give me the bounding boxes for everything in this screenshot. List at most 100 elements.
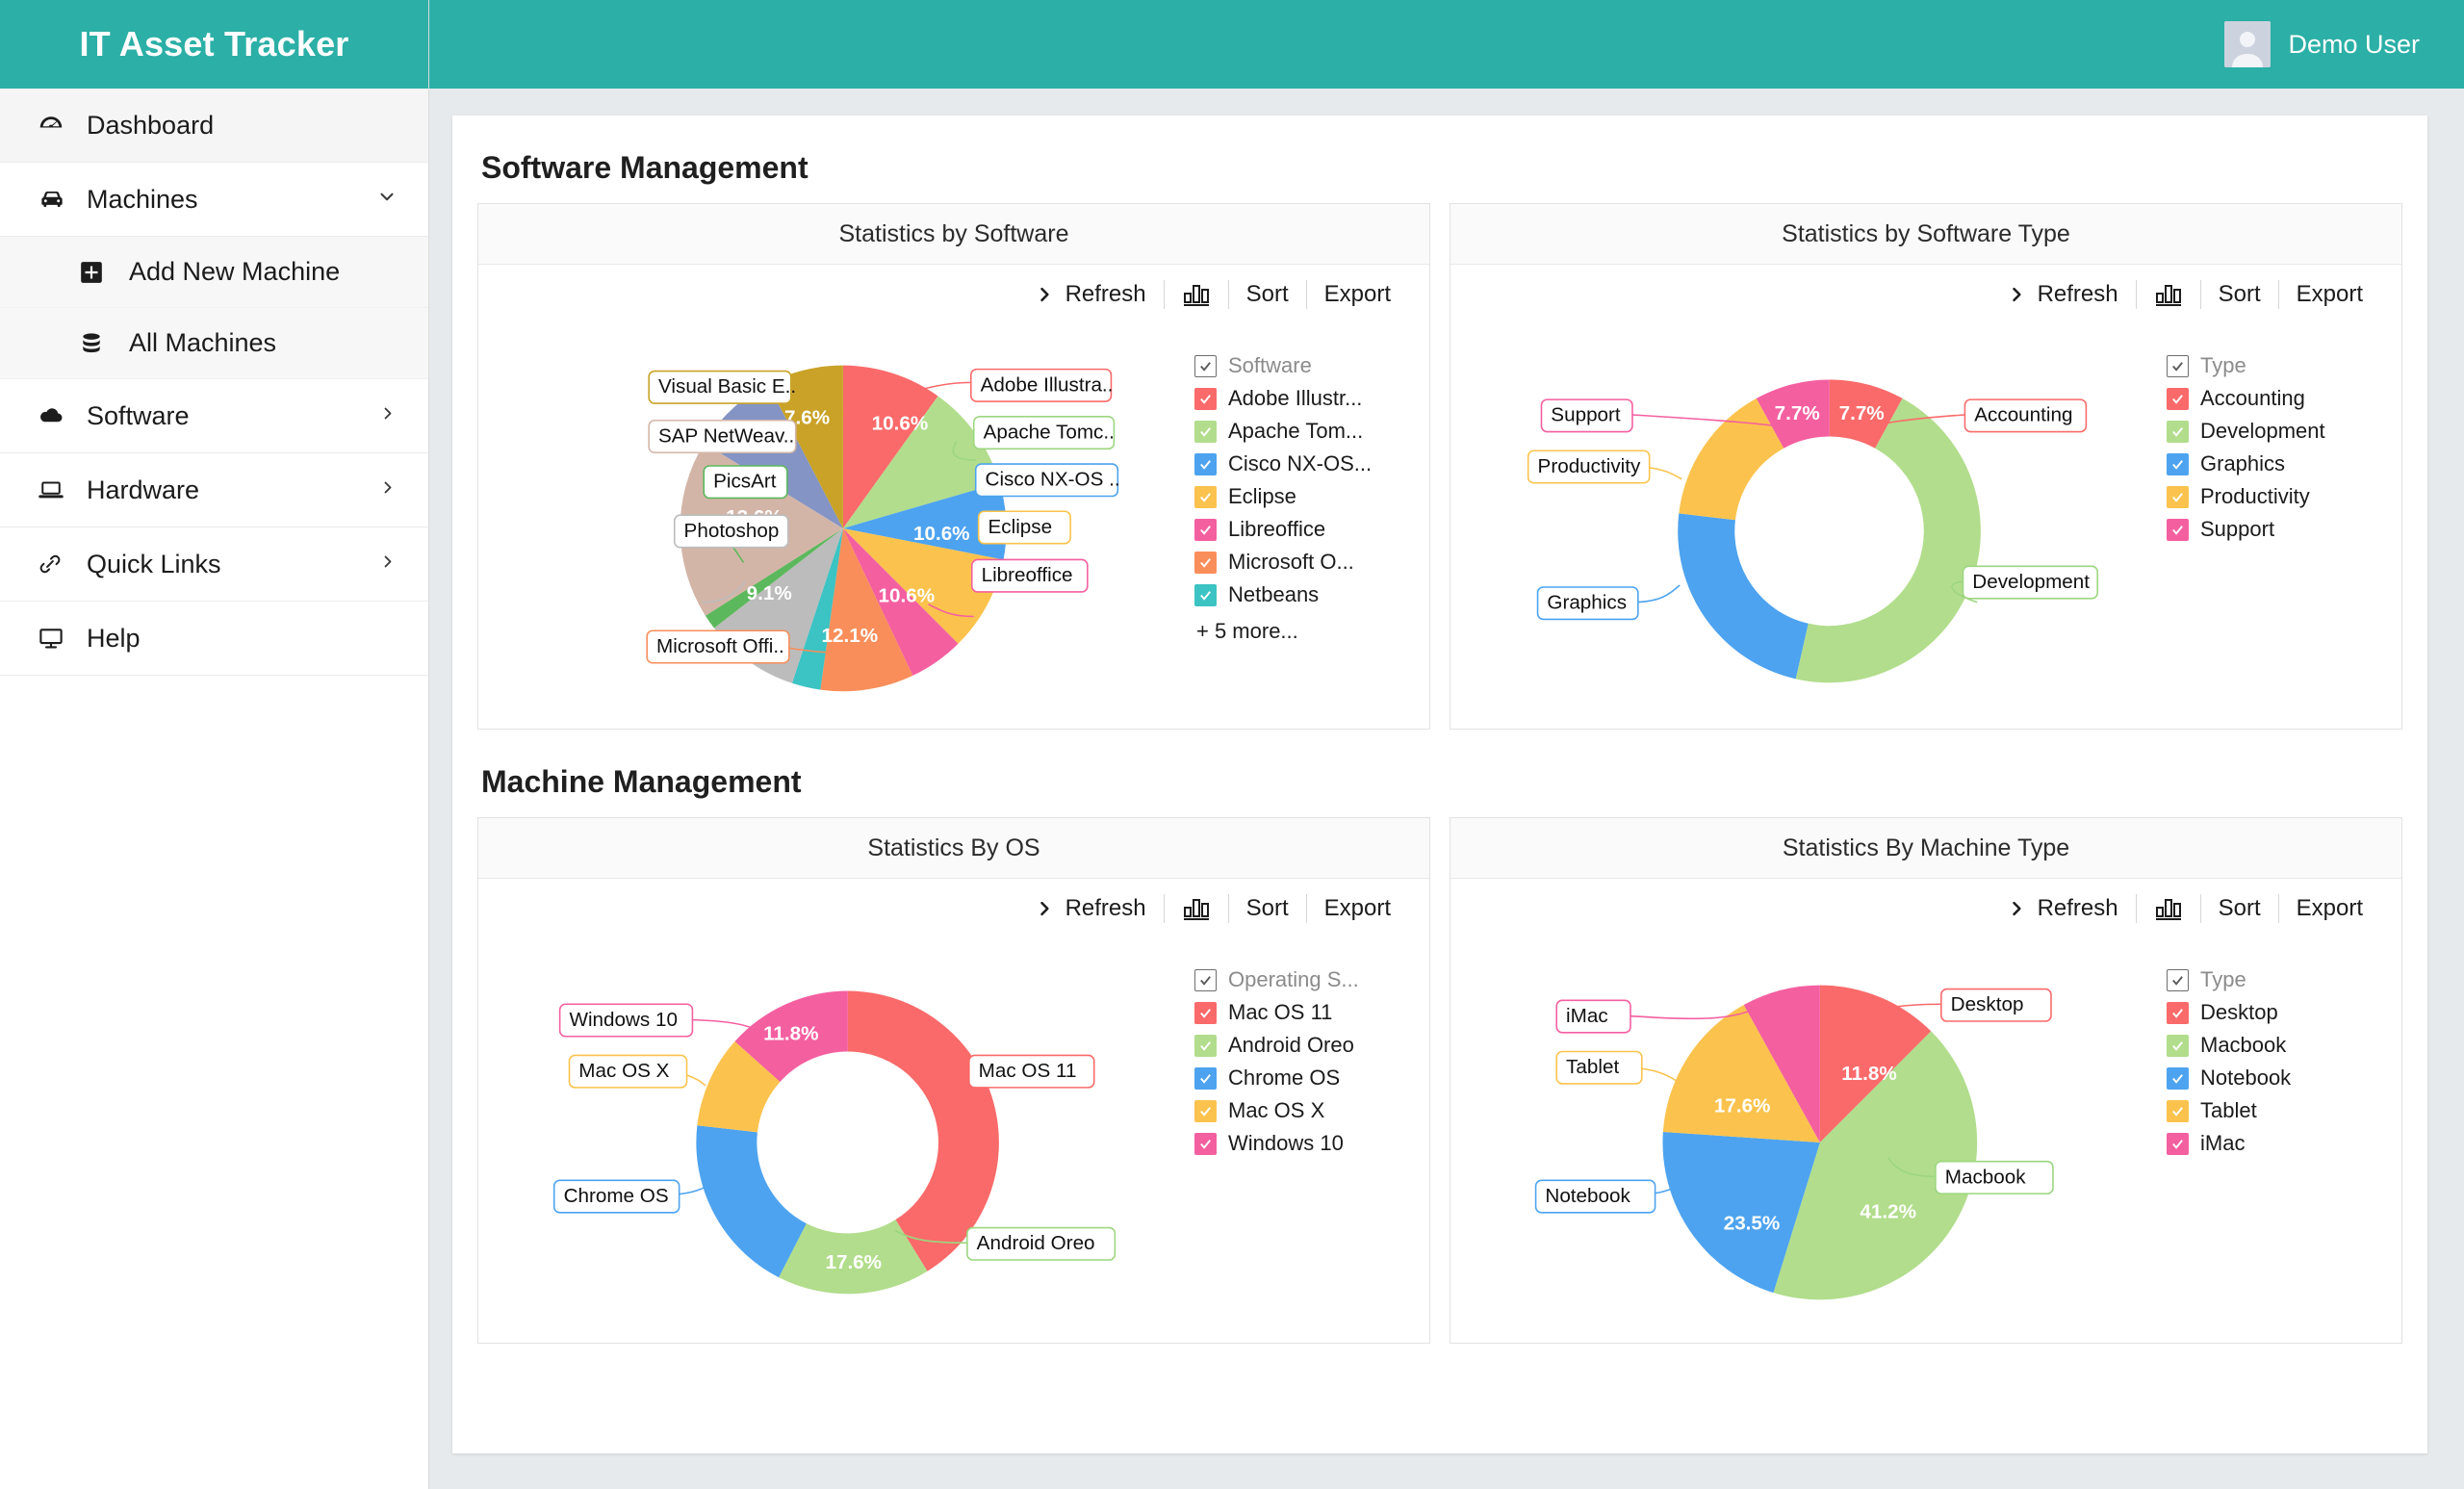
sort-button[interactable]: Sort — [1229, 895, 1306, 922]
chart-statistics-by-software-type[interactable]: 7.7% 7.7% — [1450, 324, 2170, 729]
legend-item[interactable]: Accounting — [2167, 382, 2388, 415]
sort-button[interactable]: Sort — [2201, 895, 2278, 922]
export-button[interactable]: Export — [2279, 895, 2380, 922]
legend-item[interactable]: Chrome OS — [1194, 1062, 1416, 1094]
slice-label: 10.6% — [872, 413, 929, 435]
legend-item[interactable]: Mac OS 11 — [1194, 996, 1416, 1029]
donut-chart-software-type[interactable]: 7.7% 7.7% — [1450, 324, 2170, 729]
monitor-icon — [37, 624, 73, 653]
legend-item[interactable]: Notebook — [2167, 1062, 2388, 1094]
legend-item[interactable]: Android Oreo — [1194, 1029, 1416, 1062]
refresh-button[interactable]: Refresh — [1989, 895, 2136, 922]
legend-swatch[interactable] — [2167, 1002, 2189, 1024]
legend-more-link[interactable]: + 5 more... — [1194, 619, 1416, 644]
chart-statistics-by-os[interactable]: 11.8% 17.6% — [478, 938, 1198, 1343]
legend-swatch[interactable] — [2167, 519, 2189, 541]
legend-item[interactable]: Productivity — [2167, 480, 2388, 513]
legend-swatch[interactable] — [2167, 388, 2189, 410]
legend-swatch[interactable] — [2167, 1035, 2189, 1057]
refresh-button[interactable]: Refresh — [1989, 281, 2136, 308]
checkbox-icon[interactable] — [2167, 355, 2189, 377]
legend-item[interactable]: Desktop — [2167, 996, 2388, 1029]
user-menu[interactable]: Demo User — [2224, 21, 2420, 67]
export-button[interactable]: Export — [1307, 895, 1408, 922]
legend-swatch[interactable] — [1194, 1100, 1217, 1122]
legend-item[interactable]: Development — [2167, 415, 2388, 448]
slice-label: 10.6% — [879, 585, 936, 607]
chart-type-button[interactable] — [1165, 895, 1228, 922]
sidebar-item-software[interactable]: Software — [0, 379, 428, 453]
export-button[interactable]: Export — [1307, 281, 1408, 308]
checkbox-icon[interactable] — [2167, 969, 2189, 991]
sidebar-item-all-machines[interactable]: All Machines — [0, 308, 428, 379]
legend-item[interactable]: Support — [2167, 513, 2388, 546]
refresh-button[interactable]: Refresh — [1017, 895, 1164, 922]
legend-item[interactable]: Mac OS X — [1194, 1094, 1416, 1127]
sort-button[interactable]: Sort — [2201, 281, 2278, 308]
legend-swatch[interactable] — [1194, 1133, 1217, 1155]
legend-swatch[interactable] — [1194, 388, 1217, 410]
legend-header-row[interactable]: Type — [2167, 963, 2388, 996]
legend-header-row[interactable]: Type — [2167, 349, 2388, 382]
legend-swatch[interactable] — [2167, 1133, 2189, 1155]
legend-swatch[interactable] — [1194, 1067, 1217, 1090]
legend-swatch[interactable] — [1194, 1035, 1217, 1057]
legend-swatch[interactable] — [2167, 1067, 2189, 1090]
legend-item[interactable]: Adobe Illustr... — [1194, 382, 1416, 415]
link-icon — [37, 551, 73, 578]
legend-item[interactable]: Macbook — [2167, 1029, 2388, 1062]
legend-swatch[interactable] — [1194, 584, 1217, 606]
panel-body: 10.6% 10.6% 10.6% 12.1% 9.1% 13.6% 7.6% — [478, 324, 1429, 729]
pie-chart-machine-type[interactable]: 11.8% 41.2% 23.5% 17.6% — [1450, 938, 2170, 1343]
legend-swatch[interactable] — [1194, 519, 1217, 541]
legend-swatch[interactable] — [1194, 421, 1217, 443]
export-button[interactable]: Export — [2279, 281, 2380, 308]
legend-item[interactable]: Netbeans — [1194, 578, 1416, 611]
legend-swatch[interactable] — [2167, 421, 2189, 443]
brand-title: IT Asset Tracker — [79, 24, 348, 64]
legend-swatch[interactable] — [1194, 1002, 1217, 1024]
panel-body: 11.8% 41.2% 23.5% 17.6% — [1450, 938, 2401, 1343]
chevron-down-icon[interactable] — [376, 187, 398, 213]
legend-item[interactable]: Eclipse — [1194, 480, 1416, 513]
chart-type-button[interactable] — [1165, 281, 1228, 308]
legend-item[interactable]: Microsoft O... — [1194, 546, 1416, 578]
legend-swatch[interactable] — [2167, 1100, 2189, 1122]
legend-header-row[interactable]: Software — [1194, 349, 1416, 382]
legend-item[interactable]: Graphics — [2167, 448, 2388, 480]
legend-item[interactable]: iMac — [2167, 1127, 2388, 1160]
pie-chart-software[interactable]: 10.6% 10.6% 10.6% 12.1% 9.1% 13.6% 7.6% — [478, 324, 1198, 729]
legend-swatch[interactable] — [1194, 552, 1217, 574]
sort-button[interactable]: Sort — [1229, 281, 1306, 308]
sidebar-item-quick-links[interactable]: Quick Links — [0, 527, 428, 602]
legend-item[interactable]: Cisco NX-OS... — [1194, 448, 1416, 480]
sidebar-item-add-new-machine[interactable]: Add New Machine — [0, 237, 428, 308]
legend-header-row[interactable]: Operating S... — [1194, 963, 1416, 996]
chevron-right-icon[interactable] — [378, 478, 398, 502]
plus-square-icon — [79, 260, 116, 285]
checkbox-icon[interactable] — [1194, 969, 1217, 991]
donut-chart-os[interactable]: 11.8% 17.6% — [478, 938, 1198, 1343]
chart-statistics-by-software[interactable]: 10.6% 10.6% 10.6% 12.1% 9.1% 13.6% 7.6% — [478, 324, 1198, 729]
chart-type-button[interactable] — [2137, 281, 2200, 308]
legend-item[interactable]: Windows 10 — [1194, 1127, 1416, 1160]
legend-item[interactable]: Tablet — [2167, 1094, 2388, 1127]
chevron-right-icon[interactable] — [378, 552, 398, 577]
chevron-right-icon[interactable] — [378, 404, 398, 428]
legend-item[interactable]: Libreoffice — [1194, 513, 1416, 546]
bar-chart-icon — [1182, 895, 1211, 922]
legend-swatch[interactable] — [1194, 486, 1217, 508]
chart-type-button[interactable] — [2137, 895, 2200, 922]
legend-swatch[interactable] — [1194, 453, 1217, 475]
callout-label: Photoshop — [684, 520, 780, 542]
chart-statistics-by-machine-type[interactable]: 11.8% 41.2% 23.5% 17.6% — [1450, 938, 2170, 1343]
legend-swatch[interactable] — [2167, 453, 2189, 475]
legend-swatch[interactable] — [2167, 486, 2189, 508]
sidebar-item-dashboard[interactable]: Dashboard — [0, 89, 428, 163]
refresh-button[interactable]: Refresh — [1017, 281, 1164, 308]
checkbox-icon[interactable] — [1194, 355, 1217, 377]
sidebar-item-hardware[interactable]: Hardware — [0, 453, 428, 527]
legend-item[interactable]: Apache Tom... — [1194, 415, 1416, 448]
sidebar-item-help[interactable]: Help — [0, 602, 428, 676]
sidebar-item-machines[interactable]: Machines — [0, 163, 428, 237]
